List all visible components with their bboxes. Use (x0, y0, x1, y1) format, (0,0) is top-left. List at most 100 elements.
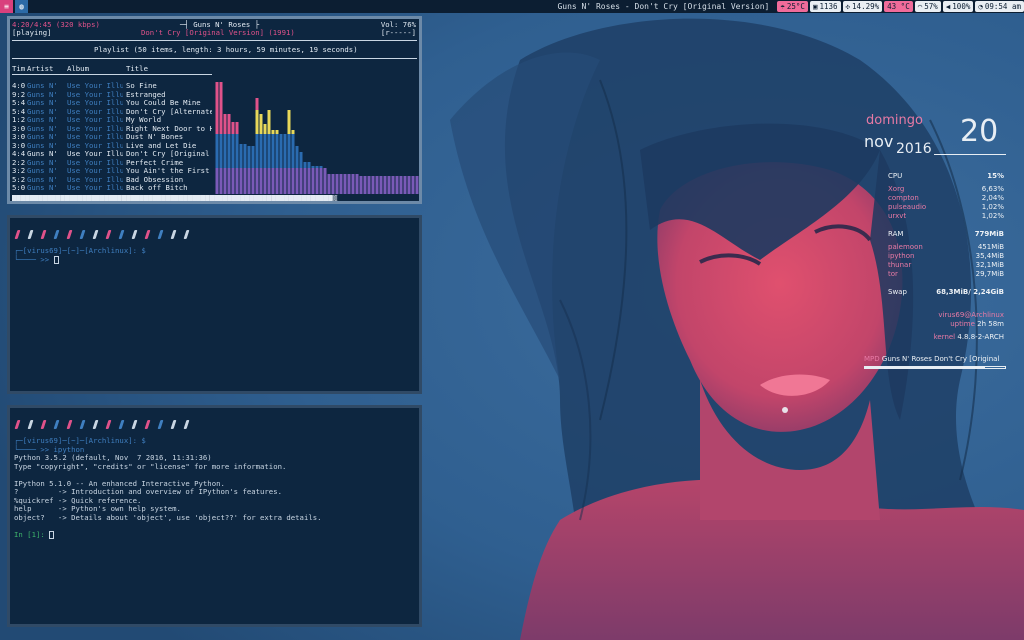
visualizer-bar (219, 134, 223, 168)
process-name: ipython (888, 252, 915, 260)
workspace-marker[interactable] (66, 420, 73, 429)
workspace-marker[interactable] (92, 230, 99, 239)
workspace-marker[interactable] (157, 420, 164, 429)
cursor (49, 531, 55, 539)
ncmpcpp-window[interactable]: 4:20/4:45 (320 kbps) [playing] ─┤ Guns N… (7, 16, 422, 204)
visualizer-bar (255, 134, 259, 168)
volume-widget[interactable]: ◀ 100% (942, 1, 974, 12)
workspace-marker[interactable] (92, 420, 99, 429)
window-title: Guns N' Roses - Don't Cry [Original Vers… (557, 2, 770, 11)
workspace-marker[interactable] (144, 420, 151, 429)
row-time: 5:2 (12, 175, 26, 184)
visualizer-bar (271, 168, 275, 194)
updates-widget[interactable]: ▣ 1136 (809, 1, 841, 12)
visualizer-bar (343, 174, 347, 194)
playlist-row[interactable]: 9:2 Guns N' Use Your Illu Estranged (12, 91, 212, 100)
workspace-marker[interactable] (40, 230, 47, 239)
divider (12, 40, 417, 41)
fan-icon: ✣ (845, 2, 851, 11)
playlist-row[interactable]: 5:0 Guns N' Use Your Illu Back off Bitch (12, 184, 212, 193)
visualizer-bar (247, 168, 251, 194)
swap-value: 68,3MiB/ 2,24GiB (936, 288, 1004, 296)
workspace-marker[interactable] (118, 420, 125, 429)
playlist-row[interactable]: 5:4 Guns N' Use Your Illu Don't Cry [Altern… (12, 108, 212, 117)
visualizer-bar (219, 168, 223, 194)
playlist-row[interactable]: 5:2 Guns N' Use Your Illu Bad Obsession (12, 176, 212, 185)
clock-widget[interactable]: ◔ 09:54 am (975, 1, 1024, 12)
workspace-marker[interactable] (131, 420, 138, 429)
visualizer-bar (219, 82, 223, 110)
row-title: My World (126, 116, 162, 124)
playlist-row[interactable]: 3:0 Guns N' Use Your Illu Right Next Door t… (12, 125, 212, 134)
workspace-marker[interactable] (170, 420, 177, 429)
workspace-marker[interactable] (105, 420, 112, 429)
output-line: Type "copyright", "credits" or "license"… (14, 461, 287, 471)
row-album: Use Your Illu (67, 107, 123, 116)
workspace-marker[interactable] (27, 420, 34, 429)
temp-widget[interactable]: 43 °C (884, 1, 913, 12)
workspace-marker[interactable] (14, 420, 21, 429)
row-album: Use Your Illu (67, 90, 123, 99)
playlist-row[interactable]: 3:2 Guns N' Use Your Illu You Ain't the Fir… (12, 167, 212, 176)
workspace-marker[interactable] (170, 230, 177, 239)
row-title: You Could Be Mine (126, 99, 201, 107)
playlist-row[interactable]: 4:0 Guns N' Use Your Illu So Fine (12, 82, 212, 91)
col-time-header[interactable]: Tim (12, 64, 25, 74)
workspace-marker[interactable] (105, 230, 112, 239)
col-artist-header[interactable]: Artist (27, 64, 53, 74)
playlist-row[interactable]: 1:2 Guns N' Use Your Illu My World (12, 116, 212, 125)
visualizer-bar (215, 82, 219, 110)
cpu-widget[interactable]: ✣ 14.29% (842, 1, 883, 12)
row-time: 1:2 (12, 116, 26, 124)
terminal-window[interactable]: ┌─[virus69]─[~]─[Archlinux]: $ └──── >> (7, 215, 422, 394)
workspace-marker[interactable] (27, 230, 34, 239)
mpd-progress-track (864, 366, 1006, 369)
player-status: [playing] (12, 28, 52, 37)
conky-kernel: kernel 4.8.8-2-ARCH (933, 333, 1004, 341)
weather-widget[interactable]: ☂ 25°C (777, 1, 808, 12)
workspace-marker[interactable] (144, 230, 151, 239)
visualizer-bar (363, 176, 367, 194)
workspace-marker[interactable] (53, 230, 60, 239)
playlist-row[interactable]: 4:4 Guns N' Use Your Illu Don't Cry [Origin… (12, 150, 212, 159)
col-title-header[interactable]: Title (126, 64, 148, 74)
row-album: Use Your Illu (67, 167, 123, 175)
workspace-marker[interactable] (183, 420, 190, 429)
playlist-row[interactable]: 3:0 Guns N' Use Your Illu Dust N' Bones (12, 133, 212, 142)
playlist-row[interactable]: 2:2 Guns N' Use Your Illu Perfect Crime (12, 159, 212, 168)
progress-bar[interactable]: ████████████████████████████████████████… (12, 195, 417, 201)
wifi-widget[interactable]: ◠ 57% (914, 1, 941, 12)
visualizer-bar (299, 168, 303, 194)
visualizer-bar (315, 166, 319, 168)
visualizer-bar (215, 168, 219, 194)
workspace-marker[interactable] (14, 230, 21, 239)
workspace-marker[interactable] (79, 230, 86, 239)
menu-icon[interactable]: ≡ (0, 0, 13, 13)
row-title: Bad Obsession (126, 175, 184, 184)
workspace-marker[interactable] (157, 230, 164, 239)
workspace-marker[interactable] (66, 230, 73, 239)
prompt-input[interactable]: └──── >> (14, 255, 59, 265)
workspace-marker[interactable] (131, 230, 138, 239)
visualizer-bar (311, 168, 315, 194)
visualizer-bar (319, 168, 323, 194)
workspace-marker[interactable] (183, 230, 190, 239)
workspace-marker[interactable] (79, 420, 86, 429)
playlist-row[interactable]: 5:4 Guns N' Use Your Illu You Could Be Mine (12, 99, 212, 108)
globe-icon[interactable]: ◍ (15, 0, 28, 13)
col-album-header[interactable]: Album (67, 64, 89, 74)
terminal-window-ipython[interactable]: ┌─[virus69]─[~]─[Archlinux]: $ └──── >> … (7, 405, 422, 627)
workspace-marker[interactable] (118, 230, 125, 239)
workspace-marker[interactable] (40, 420, 47, 429)
row-title: You Ain't the First (126, 167, 210, 175)
visualizer-bar (235, 122, 239, 134)
conky-mpd: MPD Guns N' Roses Don't Cry [Original (864, 355, 1000, 363)
visualizer-bar (219, 110, 223, 134)
visualizer-bar (339, 174, 343, 194)
row-time: 3:0 (12, 124, 26, 133)
ipython-input[interactable]: In [1]: (14, 530, 55, 540)
playlist-row[interactable]: 3:0 Guns N' Use Your Illu Live and Let Die (12, 142, 212, 151)
workspace-marker[interactable] (53, 420, 60, 429)
clock-icon: ◔ (978, 2, 983, 11)
process-value: 2,04% (981, 194, 1004, 202)
